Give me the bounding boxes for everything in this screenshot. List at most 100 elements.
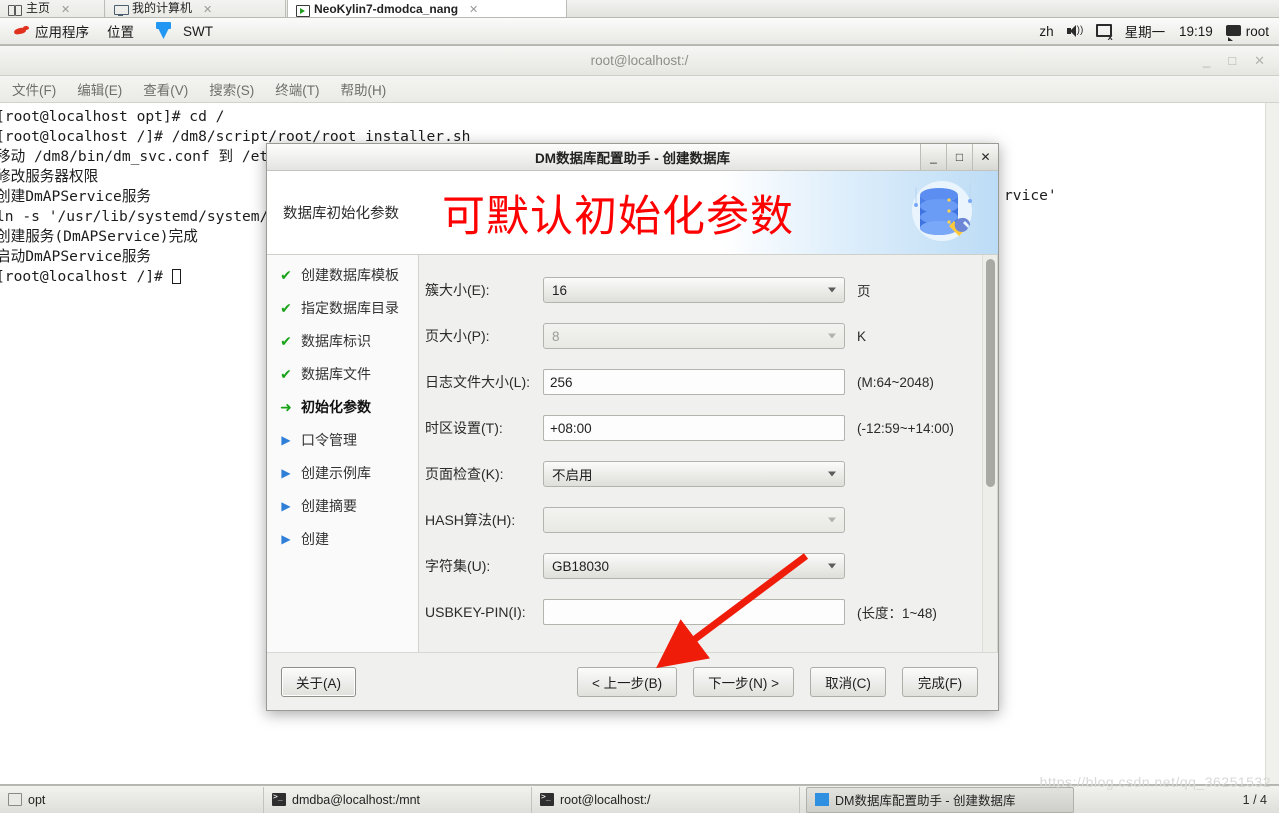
red-annotation-text: 可默认初始化参数 (442, 191, 794, 242)
places-menu-label: 位置 (107, 25, 134, 40)
taskbar-item-dm-config[interactable]: DM数据库配置助手 - 创建数据库 (806, 786, 1074, 813)
close-icon[interactable]: ✕ (203, 3, 212, 16)
close-button[interactable]: ✕ (972, 144, 998, 170)
check-icon: ✔ (280, 267, 292, 283)
applications-menu-label: 应用程序 (35, 25, 89, 40)
taskbar-item-label: DM数据库配置助手 - 创建数据库 (835, 794, 1016, 808)
close-icon[interactable]: ✕ (469, 3, 478, 16)
charset-select[interactable]: GB18030 (543, 553, 845, 579)
page-size-select[interactable]: 8 (543, 323, 845, 349)
usbkey-pin-input[interactable] (543, 599, 845, 625)
terminal-title: root@localhost:/ (590, 53, 689, 68)
running-app-swt[interactable]: SWT (143, 18, 213, 44)
taskbar-item-label: root@localhost:/ (560, 792, 651, 807)
network-disconnected-icon (1095, 23, 1113, 42)
dialog-title: DM数据库配置助手 - 创建数据库 (535, 151, 730, 166)
form-scrollbar-thumb[interactable] (986, 259, 995, 487)
taskbar-item-opt[interactable]: opt (0, 786, 264, 813)
page-check-select[interactable]: 不启用 (543, 461, 845, 487)
usbkey-pin-hint: (长度：1~48) (857, 606, 937, 621)
chevron-down-icon (828, 563, 836, 569)
home-icon (8, 5, 22, 16)
workspace-pager[interactable]: 1 / 4 (1231, 793, 1279, 807)
step-database-files[interactable]: ✔ 数据库文件 (279, 364, 418, 384)
dialog-titlebar[interactable]: DM数据库配置助手 - 创建数据库 _ □ ✕ (267, 144, 998, 171)
dialog-step-list: ✔ 创建数据库模板 ✔ 指定数据库目录 ✔ 数据库标识 ✔ 数据库文件 ➜ 初始化参数 ▶… (267, 255, 419, 652)
form-scrollbar[interactable] (982, 255, 997, 652)
vm-running-icon (296, 5, 310, 17)
speaker-icon: )) (1066, 24, 1083, 38)
clock-widget[interactable]: 星期一 19:19 (1125, 21, 1213, 41)
cluster-size-value: 16 (552, 282, 568, 298)
network-indicator[interactable] (1095, 23, 1113, 42)
step-create[interactable]: ▶ 创建 (279, 529, 418, 549)
menu-edit[interactable]: 编辑(E) (69, 76, 130, 102)
chevron-down-icon (828, 471, 836, 477)
step-database-id[interactable]: ✔ 数据库标识 (279, 331, 418, 351)
menu-view[interactable]: 查看(V) (135, 76, 196, 102)
minimize-button[interactable]: _ (920, 144, 946, 170)
step-create-summary[interactable]: ▶ 创建摘要 (279, 496, 418, 516)
dialog-header-label: 数据库初始化参数 (283, 206, 399, 222)
bottom-taskbar: opt dmdba@localhost:/mnt root@localhost:… (0, 785, 1279, 813)
field-row-usbkey-pin: USBKEY-PIN(I): (长度：1~48) (425, 589, 967, 635)
next-button[interactable]: 下一步(N) > (693, 666, 794, 697)
dialog-header: 数据库初始化参数 可默认初始化参数 (267, 171, 998, 255)
time-zone-input[interactable] (543, 415, 845, 441)
usbkey-pin-label: USBKEY-PIN(I): (425, 604, 526, 620)
terminal-icon (540, 792, 554, 806)
hash-algorithm-select[interactable] (543, 507, 845, 533)
terminal-line: [root@localhost opt]# cd / (0, 108, 225, 125)
dialog-nav-buttons: < 上一步(B) 下一步(N) > 取消(C) 完成(F) (576, 666, 984, 697)
user-menu[interactable]: root (1225, 24, 1269, 41)
places-menu[interactable]: 位置 (98, 18, 143, 44)
cluster-size-select[interactable]: 16 (543, 277, 845, 303)
input-method-indicator[interactable]: zh (1039, 24, 1053, 39)
page-check-label: 页面检查(K): (425, 466, 504, 482)
vm-tab-label: 我的计算机 (132, 1, 193, 15)
field-row-cluster-size: 簇大小(E): 16 页 (425, 267, 967, 313)
maximize-button[interactable]: □ (946, 144, 972, 170)
step-init-params[interactable]: ➜ 初始化参数 (279, 397, 418, 417)
dialog-footer: 关于(A) < 上一步(B) 下一步(N) > 取消(C) 完成(F) (267, 652, 998, 710)
vm-tab-label: 主页 (26, 1, 51, 15)
terminal-titlebar[interactable]: root@localhost:/ _ □ ✕ (0, 46, 1279, 76)
close-icon[interactable]: ✕ (61, 3, 70, 16)
cancel-button[interactable]: 取消(C) (810, 666, 886, 697)
step-create-sample-db[interactable]: ▶ 创建示例库 (279, 463, 418, 483)
check-icon: ✔ (280, 366, 292, 382)
desktop-top-panel: 应用程序 位置 SWT zh )) 星期一 19:19 root (0, 18, 1279, 45)
menu-help[interactable]: 帮助(H) (333, 76, 395, 102)
vm-tab-neokylin[interactable]: NeoKylin7-dmodca_nang ✕ (287, 0, 567, 17)
step-password-mgmt[interactable]: ▶ 口令管理 (279, 430, 418, 450)
field-row-log-file-size: 日志文件大小(L): (M:64~2048) (425, 359, 967, 405)
taskbar-item-root-terminal[interactable]: root@localhost:/ (532, 786, 800, 813)
computer-icon (114, 5, 129, 16)
charset-value: GB18030 (552, 558, 610, 574)
taskbar-item-dmdba-terminal[interactable]: dmdba@localhost:/mnt (264, 786, 532, 813)
taskbar-item-label: opt (28, 792, 46, 807)
vm-tab-home[interactable]: 主页 ✕ (0, 0, 105, 17)
vm-tab-my-computer[interactable]: 我的计算机 ✕ (106, 0, 286, 17)
cluster-size-unit: 页 (857, 284, 871, 299)
cluster-size-label: 簇大小(E): (425, 282, 490, 298)
log-file-size-input[interactable] (543, 369, 845, 395)
previous-button[interactable]: < 上一步(B) (576, 666, 678, 697)
terminal-scrollbar[interactable] (1265, 103, 1279, 784)
volume-indicator[interactable]: )) (1066, 24, 1083, 38)
page-check-value: 不启用 (552, 468, 593, 483)
menu-search[interactable]: 搜索(S) (201, 76, 262, 102)
triangle-right-icon: ▶ (281, 532, 291, 546)
dialog-main: ✔ 创建数据库模板 ✔ 指定数据库目录 ✔ 数据库标识 ✔ 数据库文件 ➜ 初始化参数 ▶… (267, 255, 998, 652)
about-button[interactable]: 关于(A) (281, 666, 356, 697)
applications-menu[interactable]: 应用程序 (4, 18, 98, 44)
menu-terminal[interactable]: 终端(T) (267, 76, 327, 102)
field-row-hash-algorithm: HASH算法(H): (425, 497, 967, 543)
step-label: 数据库文件 (301, 366, 371, 382)
finish-button[interactable]: 完成(F) (902, 666, 978, 697)
menu-file[interactable]: 文件(F) (4, 76, 64, 102)
step-specify-directory[interactable]: ✔ 指定数据库目录 (279, 298, 418, 318)
swt-icon (153, 18, 179, 44)
step-create-template[interactable]: ✔ 创建数据库模板 (279, 265, 418, 285)
dialog-form-panel: 簇大小(E): 16 页 页大小(P): 8 K 日志文件大小(L): 256 … (419, 255, 998, 652)
